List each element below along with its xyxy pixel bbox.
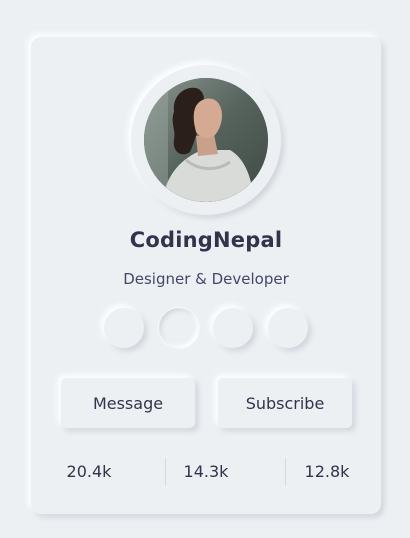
message-button[interactable]: Message <box>61 378 195 428</box>
social-links <box>104 308 308 348</box>
subscribe-button[interactable]: Subscribe <box>218 378 352 428</box>
stat-value: 20.4k <box>66 462 112 481</box>
social-link-1[interactable] <box>104 308 144 348</box>
social-link-2[interactable] <box>158 308 199 348</box>
avatar-image <box>144 78 268 202</box>
stat-value: 12.8k <box>304 462 350 481</box>
avatar-ring <box>131 65 281 215</box>
stat-value: 14.3k <box>183 462 229 481</box>
social-link-3[interactable] <box>213 308 254 348</box>
social-link-4[interactable] <box>267 308 308 348</box>
profile-name: CodingNepal <box>129 228 283 252</box>
profile-title: Designer & Developer <box>123 270 289 288</box>
avatar <box>144 78 268 202</box>
stats-row: 20.4k 14.3k 12.8k <box>31 459 381 485</box>
profile-card: CodingNepal Designer & Developer Message… <box>31 37 381 514</box>
